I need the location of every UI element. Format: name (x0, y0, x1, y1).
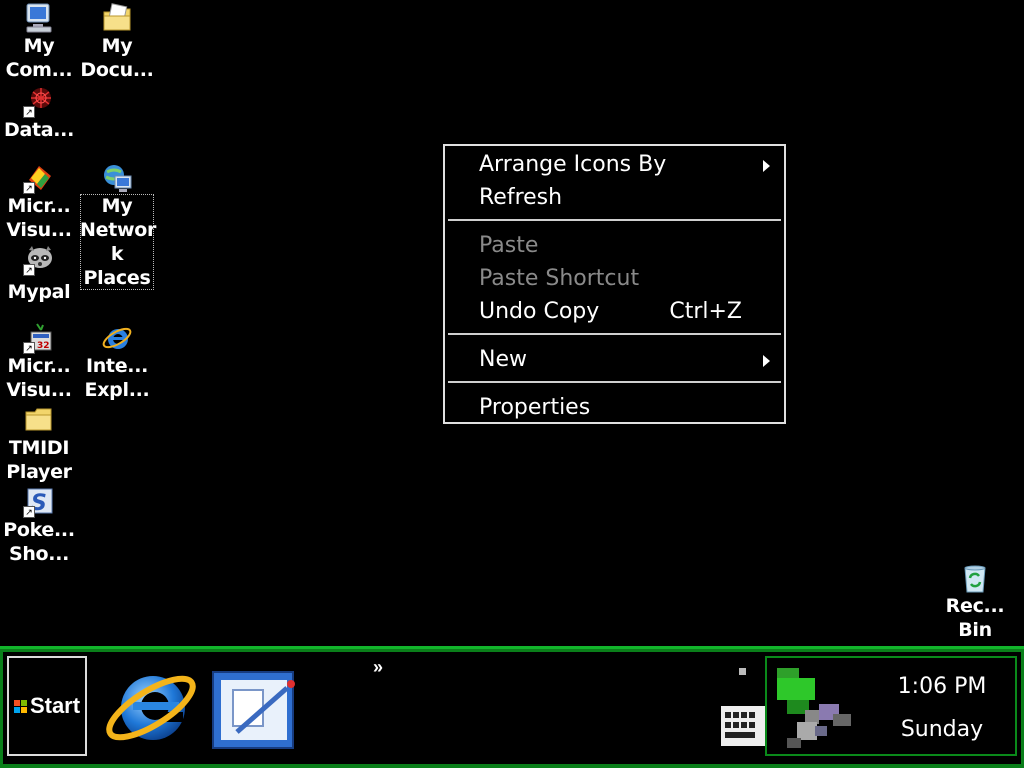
desktop-icon-label: Mypal (7, 281, 71, 303)
menu-item-label: Undo Copy (479, 299, 600, 324)
desktop-icon-my-documents[interactable]: My Docu... (80, 2, 154, 82)
menu-item-paste-shortcut: Paste Shortcut (479, 264, 774, 294)
quick-launch-outlook-express[interactable] (207, 664, 303, 752)
windows-logo-icon (13, 659, 28, 713)
desktop-icon-label: My Docu... (80, 35, 154, 81)
clock-day: Sunday (900, 717, 984, 742)
input-panel-keyboard-icon[interactable] (721, 706, 765, 746)
desktop-icon-my-computer[interactable]: My Com... (2, 2, 76, 82)
desktop-icon-recycle-bin[interactable]: Rec... Bin (938, 562, 1012, 642)
taskbar-inner: Start » 1:06 PM Sunday (3, 652, 1021, 764)
menu-item-undo-copy[interactable]: Undo Copy Ctrl+Z (479, 297, 774, 327)
submenu-arrow-icon (763, 160, 770, 172)
shortcut-arrow-icon: ↗ (23, 506, 35, 518)
recycle-bin-icon (959, 562, 991, 594)
desktop-icon-pokemon-showdown[interactable]: S ↗ Poke... Sho... (2, 486, 76, 566)
quick-launch-internet-explorer[interactable] (101, 662, 201, 752)
menu-item-new[interactable]: New (479, 345, 774, 375)
shortcut-arrow-icon: ↗ (23, 264, 35, 276)
visual-studio-icon: ↗ (23, 162, 55, 194)
menu-separator (448, 381, 781, 383)
menu-item-refresh[interactable]: Refresh (479, 183, 774, 213)
menu-item-label: Refresh (479, 185, 563, 210)
internet-explorer-icon (106, 675, 196, 741)
desktop-icon-microsoft-visual-1[interactable]: ↗ Micr... Visu... (2, 162, 76, 242)
quick-launch-chevron[interactable]: » (373, 657, 383, 678)
desktop-icon-internet-explorer[interactable]: Inte... Expl... (80, 322, 154, 402)
svg-text:32: 32 (37, 341, 50, 351)
desktop-icon-label: Data... (3, 119, 75, 141)
menu-item-properties[interactable]: Properties (479, 393, 774, 423)
menu-item-label: Paste (479, 233, 539, 258)
my-computer-icon (23, 2, 55, 34)
menu-separator (448, 333, 781, 335)
mypal-raccoon-icon: ↗ (23, 244, 55, 276)
start-label: Start (29, 693, 81, 718)
desktop-context-menu: Arrange Icons By Refresh Paste Paste Sho… (443, 144, 786, 424)
network-places-icon (101, 162, 133, 194)
menu-item-label: Paste Shortcut (479, 266, 640, 291)
start-button[interactable]: Start (7, 656, 87, 756)
submenu-arrow-icon (763, 355, 770, 367)
tray-indicator-dot (739, 668, 746, 675)
desktop-icon-mypal[interactable]: ↗ Mypal (2, 244, 76, 304)
desktop-icon-label: My Networ k Places (80, 194, 157, 290)
network-connection-icon[interactable] (775, 664, 855, 750)
shortcut-arrow-icon: ↗ (23, 342, 35, 354)
data-shortcut-icon: ↗ (23, 86, 55, 118)
outlook-express-icon (212, 671, 295, 749)
menu-item-arrange-icons-by[interactable]: Arrange Icons By (479, 150, 774, 180)
internet-explorer-icon (101, 322, 133, 354)
menu-separator (448, 219, 781, 221)
menu-item-accelerator: Ctrl+Z (669, 299, 742, 324)
clock-time[interactable]: 1:06 PM (877, 674, 1007, 699)
folder-icon (23, 404, 55, 436)
menu-item-label: Arrange Icons By (479, 152, 667, 177)
taskbar: Start » 1:06 PM Sunday (0, 646, 1024, 768)
shortcut-arrow-icon: ↗ (23, 182, 35, 194)
desktop-icon-label: Micr... Visu... (6, 355, 72, 401)
showdown-icon: S ↗ (23, 486, 55, 518)
desktop-icon-label: TMIDI Player (6, 437, 72, 483)
desktop-icon-label: My Com... (5, 35, 73, 81)
system-tray: 1:06 PM Sunday (765, 656, 1017, 756)
shortcut-arrow-icon: ↗ (23, 106, 35, 118)
menu-item-label: New (479, 347, 527, 372)
my-documents-icon (101, 2, 133, 34)
desktop-icon-my-network-places[interactable]: My Networ k Places (80, 162, 157, 290)
desktop-icon-label: Inte... Expl... (84, 355, 150, 401)
desktop-icon-label: Poke... Sho... (3, 519, 75, 565)
visual-basic-icon: 32 ↗ (23, 322, 55, 354)
desktop-icon-tmidi-player[interactable]: TMIDI Player (2, 404, 76, 484)
desktop-icon-microsoft-visual-2[interactable]: 32 ↗ Micr... Visu... (2, 322, 76, 402)
menu-item-paste: Paste (479, 231, 774, 261)
desktop-icon-label: Micr... Visu... (6, 195, 72, 241)
desktop-icon-label: Rec... Bin (945, 595, 1005, 641)
menu-item-label: Properties (479, 395, 591, 420)
desktop-icon-data[interactable]: ↗ Data... (2, 86, 76, 142)
